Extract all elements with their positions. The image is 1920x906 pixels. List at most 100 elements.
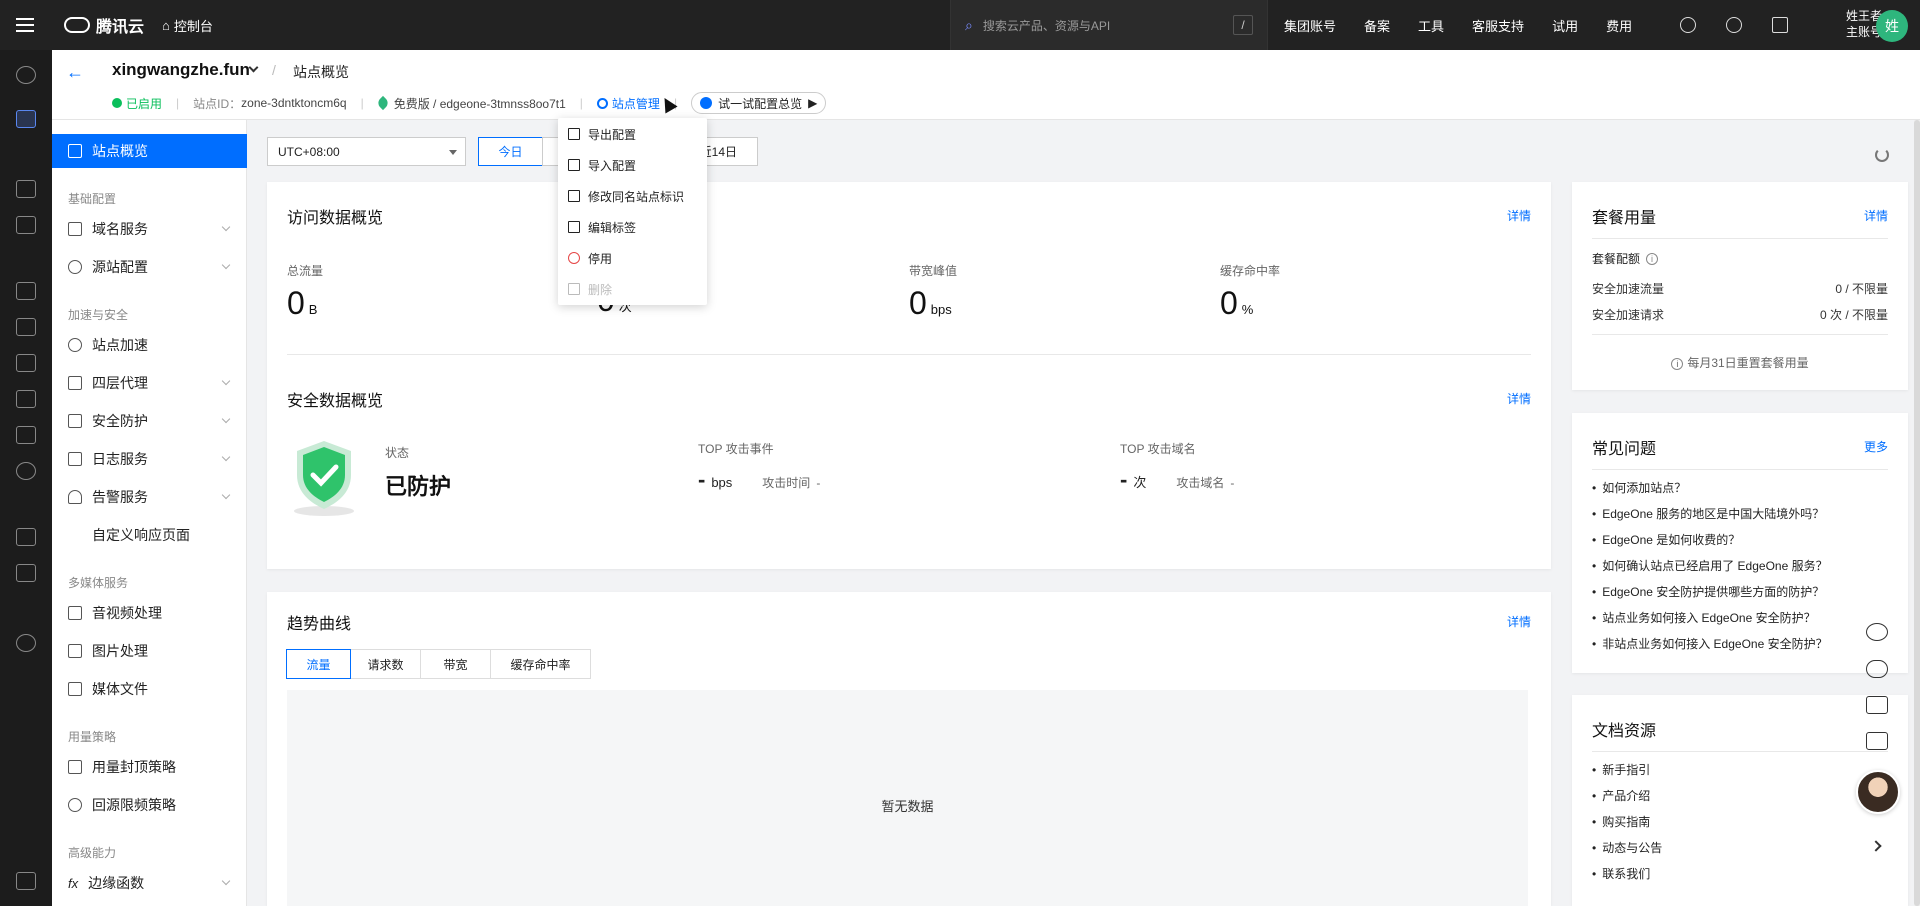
- faq-item[interactable]: EdgeOne 是如何收费的？: [1592, 531, 1740, 548]
- doc-item[interactable]: 动态与公告: [1592, 839, 1662, 856]
- menu-item-label: 回源限频策略: [92, 797, 176, 813]
- breadcrumb-separator: /: [272, 62, 276, 78]
- book-icon[interactable]: [1866, 696, 1888, 714]
- menu-item-image-process[interactable]: 图片处理: [52, 634, 247, 668]
- wallet-icon[interactable]: [1772, 17, 1788, 33]
- audit-icon[interactable]: [16, 564, 36, 582]
- cloud-service-icon[interactable]: [1866, 660, 1888, 678]
- site-manage-link[interactable]: 站点管理: [612, 95, 660, 112]
- menu-item-log-service[interactable]: 日志服务: [52, 442, 247, 476]
- avatar[interactable]: 姓: [1876, 10, 1908, 42]
- monitor-icon[interactable]: [16, 180, 36, 198]
- try-config-overview-button[interactable]: 试一试配置总览 ▶: [691, 92, 827, 114]
- nav-filing[interactable]: 备案: [1364, 16, 1390, 35]
- bell-icon[interactable]: [1726, 17, 1742, 33]
- security-detail-link[interactable]: 详情: [1507, 390, 1531, 407]
- site-id[interactable]: zone-3dntktoncm6q: [241, 96, 346, 110]
- nav-support[interactable]: 客服支持: [1472, 16, 1524, 35]
- nav-tools[interactable]: 工具: [1418, 16, 1444, 35]
- global-search[interactable]: ⌕ 搜索云产品、资源与API /: [950, 0, 1268, 50]
- pulse-icon[interactable]: [16, 390, 36, 408]
- certificate-icon[interactable]: [16, 528, 36, 546]
- doc-item[interactable]: 新手指引: [1592, 761, 1650, 778]
- refresh-icon[interactable]: [1875, 148, 1889, 162]
- plan-quota-text: 套餐配额: [1592, 252, 1641, 266]
- menu-item-import-config[interactable]: 导入配置: [568, 153, 636, 177]
- menu-item-edge-functions[interactable]: fx 边缘函数: [52, 866, 247, 900]
- docs-title: 文档资源: [1592, 723, 1657, 740]
- shield-icon[interactable]: [16, 216, 36, 234]
- limit-icon: [68, 798, 82, 812]
- top-attack-domain-value: -: [1120, 467, 1128, 492]
- site-domain-selector[interactable]: xingwangzhe.fun: [112, 60, 250, 80]
- sidebar-menu: 站点概览 基础配置 域名服务 源站配置 加速与安全 站点加速 四层代理 安全防护…: [52, 50, 247, 906]
- doc-item[interactable]: 联系我们: [1592, 865, 1650, 882]
- faq-item[interactable]: 非站点业务如何接入 EdgeOne 安全防护？: [1592, 635, 1827, 652]
- tab-bandwidth[interactable]: 带宽: [420, 649, 491, 679]
- edgeone-icon[interactable]: [16, 66, 36, 84]
- info-icon[interactable]: i: [1646, 252, 1659, 265]
- menu-item-site-accel[interactable]: 站点加速: [52, 328, 247, 362]
- tab-traffic[interactable]: 流量: [286, 649, 351, 679]
- chevron-down-icon: [221, 260, 231, 270]
- tab-requests[interactable]: 请求数: [350, 649, 421, 679]
- settings-icon[interactable]: [16, 634, 36, 652]
- menu-icon[interactable]: [0, 0, 50, 50]
- menu-item-alarm-service[interactable]: 告警服务: [52, 480, 247, 514]
- console-link[interactable]: ⌂ 控制台: [162, 16, 213, 35]
- menu-item-overview[interactable]: 站点概览: [52, 134, 247, 168]
- nav-trial[interactable]: 试用: [1552, 16, 1578, 35]
- menu-item-l4-proxy[interactable]: 四层代理: [52, 366, 247, 400]
- menu-item-av-process[interactable]: 音视频处理: [52, 596, 247, 630]
- menu-item-custom-page[interactable]: 自定义响应页面: [52, 518, 247, 552]
- timezone-select[interactable]: UTC+08:00: [267, 137, 466, 166]
- menu-item-media-files[interactable]: 媒体文件: [52, 672, 247, 706]
- chevron-down-icon[interactable]: [248, 62, 259, 73]
- dashboard-icon[interactable]: [16, 110, 36, 128]
- search-rail-icon[interactable]: [16, 462, 36, 480]
- trend-detail-link[interactable]: 详情: [1507, 613, 1531, 630]
- plan-usage-detail-link[interactable]: 详情: [1864, 207, 1888, 224]
- chart-icon[interactable]: [16, 282, 36, 300]
- doc-item[interactable]: 购买指南: [1592, 813, 1650, 830]
- plan-row-traffic: 安全加速流量 0 / 不限量: [1592, 280, 1888, 297]
- menu-item-rename-identifier[interactable]: 修改同名站点标识: [568, 184, 684, 208]
- tencent-cloud-logo[interactable]: 腾讯云: [64, 13, 144, 37]
- menu-item-origin-config[interactable]: 源站配置: [52, 250, 247, 284]
- menu-item-usage-cap[interactable]: 用量封顶策略: [52, 750, 247, 784]
- server-icon[interactable]: [16, 354, 36, 372]
- faq-item[interactable]: 如何确认站点已经启用了 EdgeOne 服务？: [1592, 557, 1827, 574]
- range-today-button[interactable]: 今日: [478, 137, 543, 166]
- user-info[interactable]: 姓王者 主账号: [1812, 8, 1882, 40]
- download-icon[interactable]: [16, 318, 36, 336]
- speed-icon[interactable]: [1680, 17, 1696, 33]
- menu-item-origin-limit[interactable]: 回源限频策略: [52, 788, 247, 822]
- nav-group-account[interactable]: 集团账号: [1284, 16, 1336, 35]
- collapse-sidebar-icon[interactable]: [16, 872, 36, 890]
- tab-cache-hit[interactable]: 缓存命中率: [490, 649, 591, 679]
- faq-item[interactable]: EdgeOne 安全防护提供哪些方面的防护？: [1592, 583, 1824, 600]
- menu-item-security[interactable]: 安全防护: [52, 404, 247, 438]
- faq-item[interactable]: 站点业务如何接入 EdgeOne 安全防护？: [1592, 609, 1815, 626]
- plan-row-requests: 安全加速请求 0 次 / 不限量: [1592, 306, 1888, 323]
- back-arrow-icon[interactable]: ←: [66, 62, 84, 83]
- report-icon[interactable]: [16, 426, 36, 444]
- menu-item-edit-tags[interactable]: 编辑标签: [568, 215, 636, 239]
- log-icon: [68, 452, 82, 466]
- faq-item[interactable]: EdgeOne 服务的地区是中国大陆境外吗？: [1592, 505, 1824, 522]
- menu-item-disable[interactable]: 停用: [568, 246, 612, 270]
- chat-icon[interactable]: [1866, 732, 1888, 750]
- proxy-icon: [68, 376, 82, 390]
- headset-icon[interactable]: [1866, 623, 1888, 641]
- faq-more-link[interactable]: 更多: [1864, 438, 1888, 455]
- scrollbar-thumb[interactable]: [1914, 120, 1920, 906]
- menu-item-export-config[interactable]: 导出配置: [568, 122, 636, 146]
- plan-info[interactable]: 免费版 / edgeone-3tmnss8oo7t1: [394, 95, 566, 112]
- nav-billing[interactable]: 费用: [1606, 16, 1632, 35]
- faq-item[interactable]: 如何添加站点？: [1592, 479, 1686, 496]
- access-detail-link[interactable]: 详情: [1507, 207, 1531, 224]
- assistant-avatar[interactable]: [1856, 770, 1900, 814]
- metric-unit: B: [308, 302, 318, 317]
- menu-item-domain-service[interactable]: 域名服务: [52, 212, 247, 246]
- doc-item[interactable]: 产品介绍: [1592, 787, 1650, 804]
